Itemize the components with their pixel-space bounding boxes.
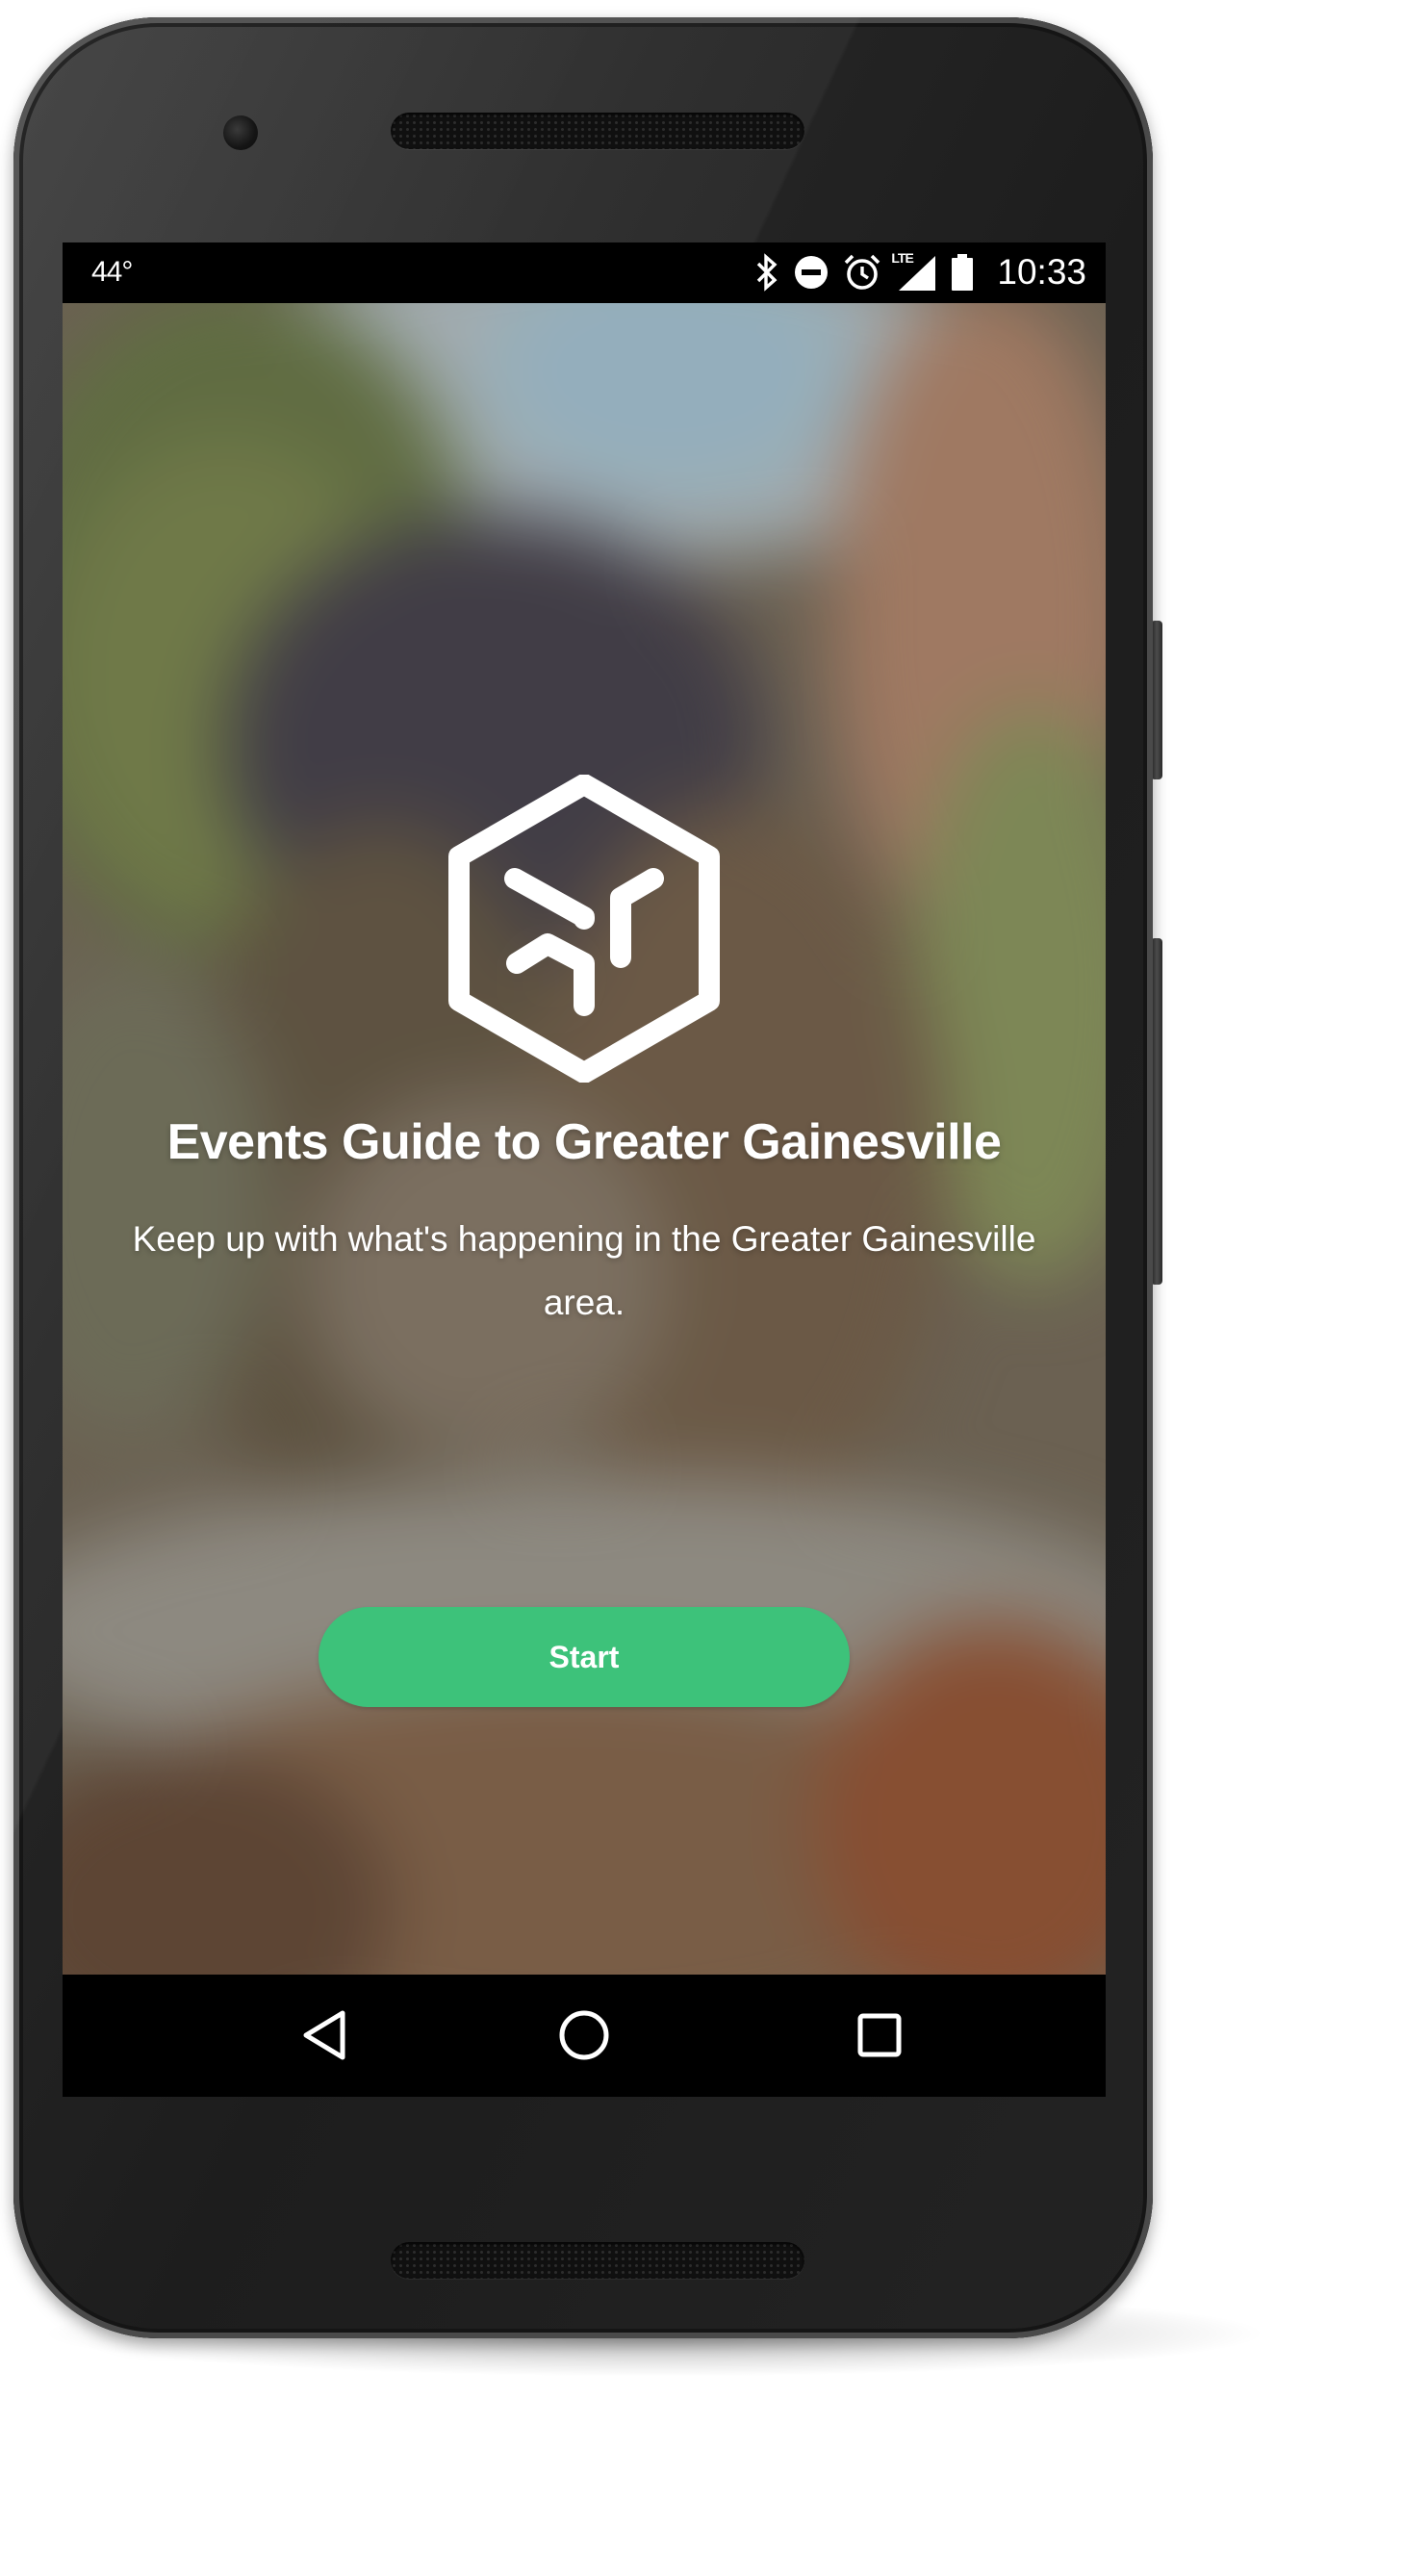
start-button[interactable]: Start	[319, 1607, 850, 1707]
page-subtitle: Keep up with what's happening in the Gre…	[132, 1219, 1036, 1322]
phone-frame: 44° LTE 10:33 Events Guide to Greater Ga…	[13, 17, 1153, 2338]
alarm-icon	[843, 253, 881, 292]
top-speaker-grille	[391, 113, 804, 149]
front-camera	[223, 115, 258, 150]
back-icon	[303, 2010, 345, 2060]
page-title: Events Guide to Greater Gainesville	[166, 1114, 1002, 1170]
weather-temperature: 44°	[91, 256, 133, 288]
screen: 44° LTE 10:33 Events Guide to Greater Ga…	[63, 242, 1106, 2097]
do-not-disturb-icon	[793, 254, 829, 291]
status-icons: LTE 10:33	[754, 248, 1086, 296]
status-clock: 10:33	[997, 252, 1086, 292]
navigation-bar	[63, 1975, 1106, 2097]
lte-label: LTE	[891, 250, 913, 266]
home-button[interactable]	[550, 2002, 618, 2069]
device-stage: 44° LTE 10:33 Events Guide to Greater Ga…	[0, 0, 1403, 2576]
blurred-background-photo: Events Guide to Greater Gainesville Keep…	[63, 303, 1106, 1975]
status-bar: 44° LTE 10:33	[63, 242, 1106, 303]
recents-button[interactable]	[846, 2002, 913, 2069]
back-button[interactable]	[291, 2002, 358, 2069]
cube-logo-icon	[448, 775, 720, 1083]
bluetooth-icon	[754, 253, 779, 292]
lte-signal-icon: LTE	[891, 250, 937, 293]
home-icon	[559, 2010, 609, 2060]
battery-icon	[951, 253, 974, 292]
recents-icon	[857, 2013, 902, 2057]
bottom-speaker-grille	[391, 2242, 804, 2279]
